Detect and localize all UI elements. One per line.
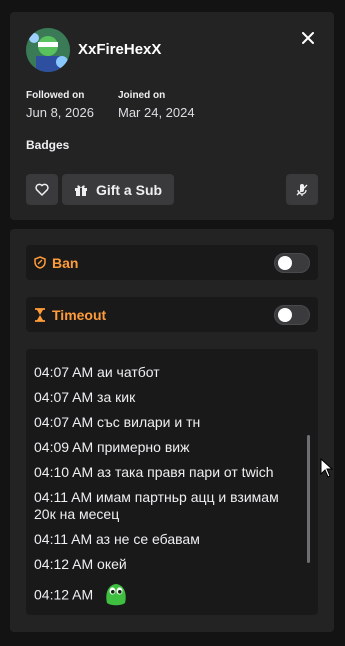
chat-message: 04:09 AM примерно виж — [34, 439, 304, 456]
heart-icon — [35, 183, 49, 196]
chat-message: 04:10 AM аз така правя пари от twich — [34, 464, 304, 481]
joined-info: Joined on Mar 24, 2024 — [118, 90, 195, 120]
chat-message: 04:12 AM окей — [34, 556, 304, 573]
chat-message: 04:12 AM — [34, 581, 304, 611]
message-list: 04:07 AM аи чатбот 04:07 AM за кик 04:07… — [34, 364, 304, 615]
message-time: 04:11 AM — [34, 531, 93, 547]
gift-icon — [74, 184, 87, 196]
message-time: 04:09 AM — [34, 439, 94, 455]
timeout-toggle-knob — [278, 308, 292, 322]
chat-message: 04:07 AM за кик — [34, 389, 304, 406]
followed-info: Followed on Jun 8, 2026 — [26, 90, 94, 120]
message-time: 04:07 AM — [34, 389, 94, 405]
timeout-label: Timeout — [52, 306, 107, 323]
mic-off-icon — [296, 183, 308, 196]
message-history[interactable]: 04:07 AM аи чатбот 04:07 AM за кик 04:07… — [26, 349, 318, 615]
message-time: 04:10 AM — [34, 464, 94, 480]
mute-user-button[interactable] — [286, 174, 318, 205]
joined-value: Mar 24, 2024 — [118, 105, 195, 120]
message-text: примерно виж — [97, 439, 190, 455]
moderation-panel: Ban Timeout 04:07 AM аи чатбот 04:07 AM … — [10, 229, 334, 632]
message-time: 04:11 AM — [34, 489, 93, 505]
gift-sub-label: Gift a Sub — [95, 181, 163, 198]
joined-label: Joined on — [118, 90, 166, 101]
chat-message: 04:11 AM имам партньр ацц и взимам 20к н… — [34, 489, 304, 523]
timeout-row: Timeout — [26, 297, 318, 332]
avatar[interactable] — [26, 28, 70, 72]
follow-button[interactable] — [26, 174, 58, 205]
message-text: аз не се ебавам — [96, 531, 200, 547]
message-time: 04:12 AM — [34, 556, 94, 572]
message-text: аз така правя пари от twich — [97, 464, 274, 480]
gift-sub-button[interactable]: Gift a Sub — [62, 174, 174, 205]
followed-label: Followed on — [26, 90, 85, 101]
shield-icon — [34, 256, 46, 269]
hourglass-icon — [35, 307, 45, 322]
message-time: 04:07 AM — [34, 364, 94, 380]
user-card: XxFireHexX Followed on Jun 8, 2026 Joine… — [10, 12, 334, 220]
chat-message: 04:07 AM аи чатбот — [34, 364, 304, 381]
message-text: окей — [97, 556, 127, 572]
ban-toggle-knob — [278, 256, 292, 270]
message-time: 04:12 AM — [34, 586, 94, 603]
message-text: за кик — [97, 389, 136, 405]
message-text: аи чатбот — [97, 364, 160, 380]
close-button[interactable] — [296, 26, 320, 50]
ban-label: Ban — [52, 254, 79, 271]
timeout-toggle[interactable] — [274, 305, 310, 325]
chat-message: 04:11 AM аз не се ебавам — [34, 531, 304, 548]
username[interactable]: XxFireHexX — [78, 41, 161, 58]
message-text: със вилари и тн — [97, 414, 201, 430]
message-time: 04:07 AM — [34, 414, 94, 430]
close-icon — [302, 32, 314, 44]
cursor-icon — [320, 458, 334, 478]
message-scrollbar[interactable] — [307, 435, 310, 563]
emote-icon — [103, 581, 129, 611]
badges-label: Badges — [26, 138, 70, 152]
ban-row: Ban — [26, 245, 318, 280]
chat-message: 04:07 AM със вилари и тн — [34, 414, 304, 431]
followed-value: Jun 8, 2026 — [26, 105, 94, 120]
ban-toggle[interactable] — [274, 253, 310, 273]
